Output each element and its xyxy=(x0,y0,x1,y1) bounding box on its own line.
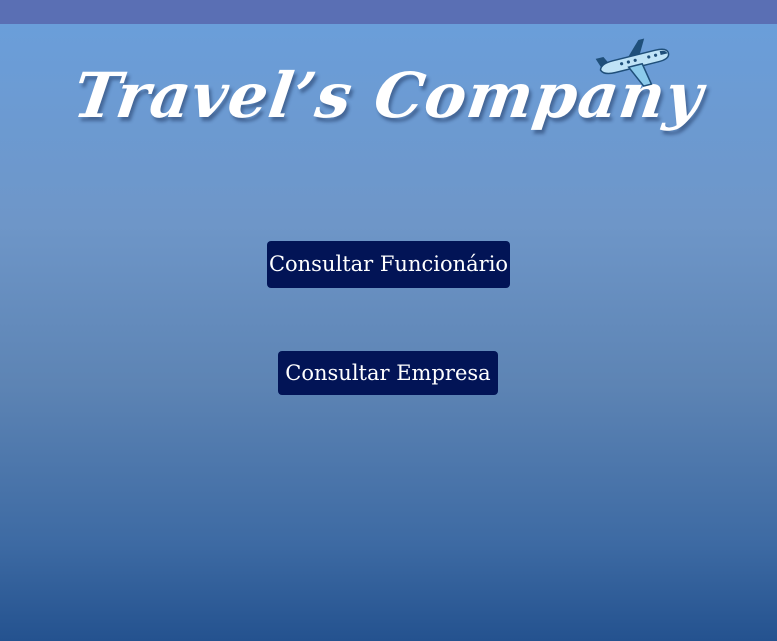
airplane-icon xyxy=(595,38,670,87)
top-bar xyxy=(0,0,777,24)
consultar-empresa-button[interactable]: Consultar Empresa xyxy=(278,351,498,395)
consultar-funcionario-button[interactable]: Consultar Funcionário xyxy=(267,241,510,288)
